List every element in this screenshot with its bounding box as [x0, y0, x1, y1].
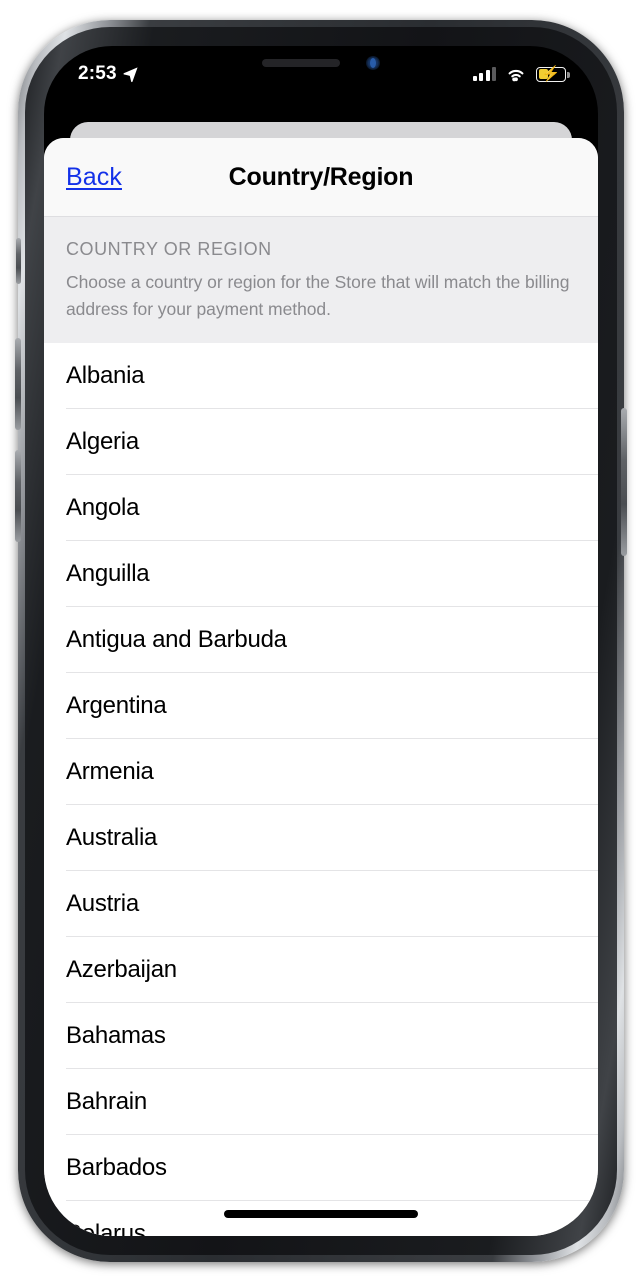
country-list-item[interactable]: Bahrain [44, 1069, 598, 1135]
section-title: COUNTRY OR REGION [66, 239, 272, 259]
power-button[interactable] [621, 408, 627, 556]
country-name-label: Angola [66, 493, 140, 521]
country-name-label: Bahrain [66, 1087, 147, 1115]
country-name-label: Austria [66, 889, 139, 917]
country-list-item[interactable]: Armenia [44, 739, 598, 805]
country-list-item[interactable]: Antigua and Barbuda [44, 607, 598, 673]
country-name-label: Armenia [66, 757, 154, 785]
country-list-item[interactable]: Belarus [44, 1201, 598, 1236]
country-name-label: Antigua and Barbuda [66, 625, 287, 653]
location-arrow-icon [123, 66, 138, 82]
cellular-signal-icon [472, 67, 496, 81]
country-region-sheet: Back Country/Region COUNTRY OR REGION Ch… [44, 138, 598, 1236]
status-bar-left: 2:53 [78, 63, 139, 85]
volume-up-button[interactable] [15, 338, 21, 430]
country-name-label: Barbados [66, 1153, 167, 1181]
country-list-item[interactable]: Albania [44, 343, 598, 409]
country-name-label: Anguilla [66, 559, 150, 587]
status-bar-right: ⚡ [472, 65, 570, 83]
device-frame: 2:53 ⚡ Back Country/Region COUNTRY OR RE… [15, 20, 627, 1262]
country-list-item[interactable]: Angola [44, 475, 598, 541]
volume-down-button[interactable] [15, 450, 21, 542]
country-name-label: Australia [66, 823, 158, 851]
country-name-label: Azerbaijan [66, 955, 177, 983]
notch [207, 46, 435, 79]
country-list-item[interactable]: Australia [44, 805, 598, 871]
country-list-item[interactable]: Bahamas [44, 1003, 598, 1069]
country-list-item[interactable]: Argentina [44, 673, 598, 739]
phone-screen: 2:53 ⚡ Back Country/Region COUNTRY OR RE… [44, 46, 598, 1236]
country-name-label: Bahamas [66, 1021, 166, 1049]
country-list-item[interactable]: Barbados [44, 1135, 598, 1201]
home-indicator[interactable] [224, 1210, 418, 1218]
country-list-item[interactable]: Anguilla [44, 541, 598, 607]
speaker-grille-icon [262, 58, 340, 67]
country-list-item[interactable]: Azerbaijan [44, 937, 598, 1003]
battery-charging-icon: ⚡ [536, 65, 570, 83]
country-name-label: Argentina [66, 691, 167, 719]
mute-switch-button[interactable] [16, 238, 21, 284]
section-description: Choose a country or region for the Store… [66, 272, 570, 319]
front-camera-icon [366, 55, 380, 70]
country-list-item[interactable]: Austria [44, 871, 598, 937]
charging-bolt-icon: ⚡ [541, 65, 561, 83]
country-name-label: Algeria [66, 427, 139, 455]
country-list: Albania Algeria Angola Anguilla Antigua and … [44, 342, 598, 1236]
page-title: Country/Region [228, 162, 414, 191]
wifi-icon [508, 69, 524, 82]
section-header: COUNTRY OR REGION Choose a country or re… [44, 216, 598, 343]
country-name-label: Belarus [66, 1219, 146, 1236]
clock-label: 2:53 [78, 63, 117, 84]
country-name-label: Albania [66, 361, 145, 389]
country-list-item[interactable]: Algeria [44, 409, 598, 475]
navigation-bar: Back Country/Region [44, 138, 598, 216]
